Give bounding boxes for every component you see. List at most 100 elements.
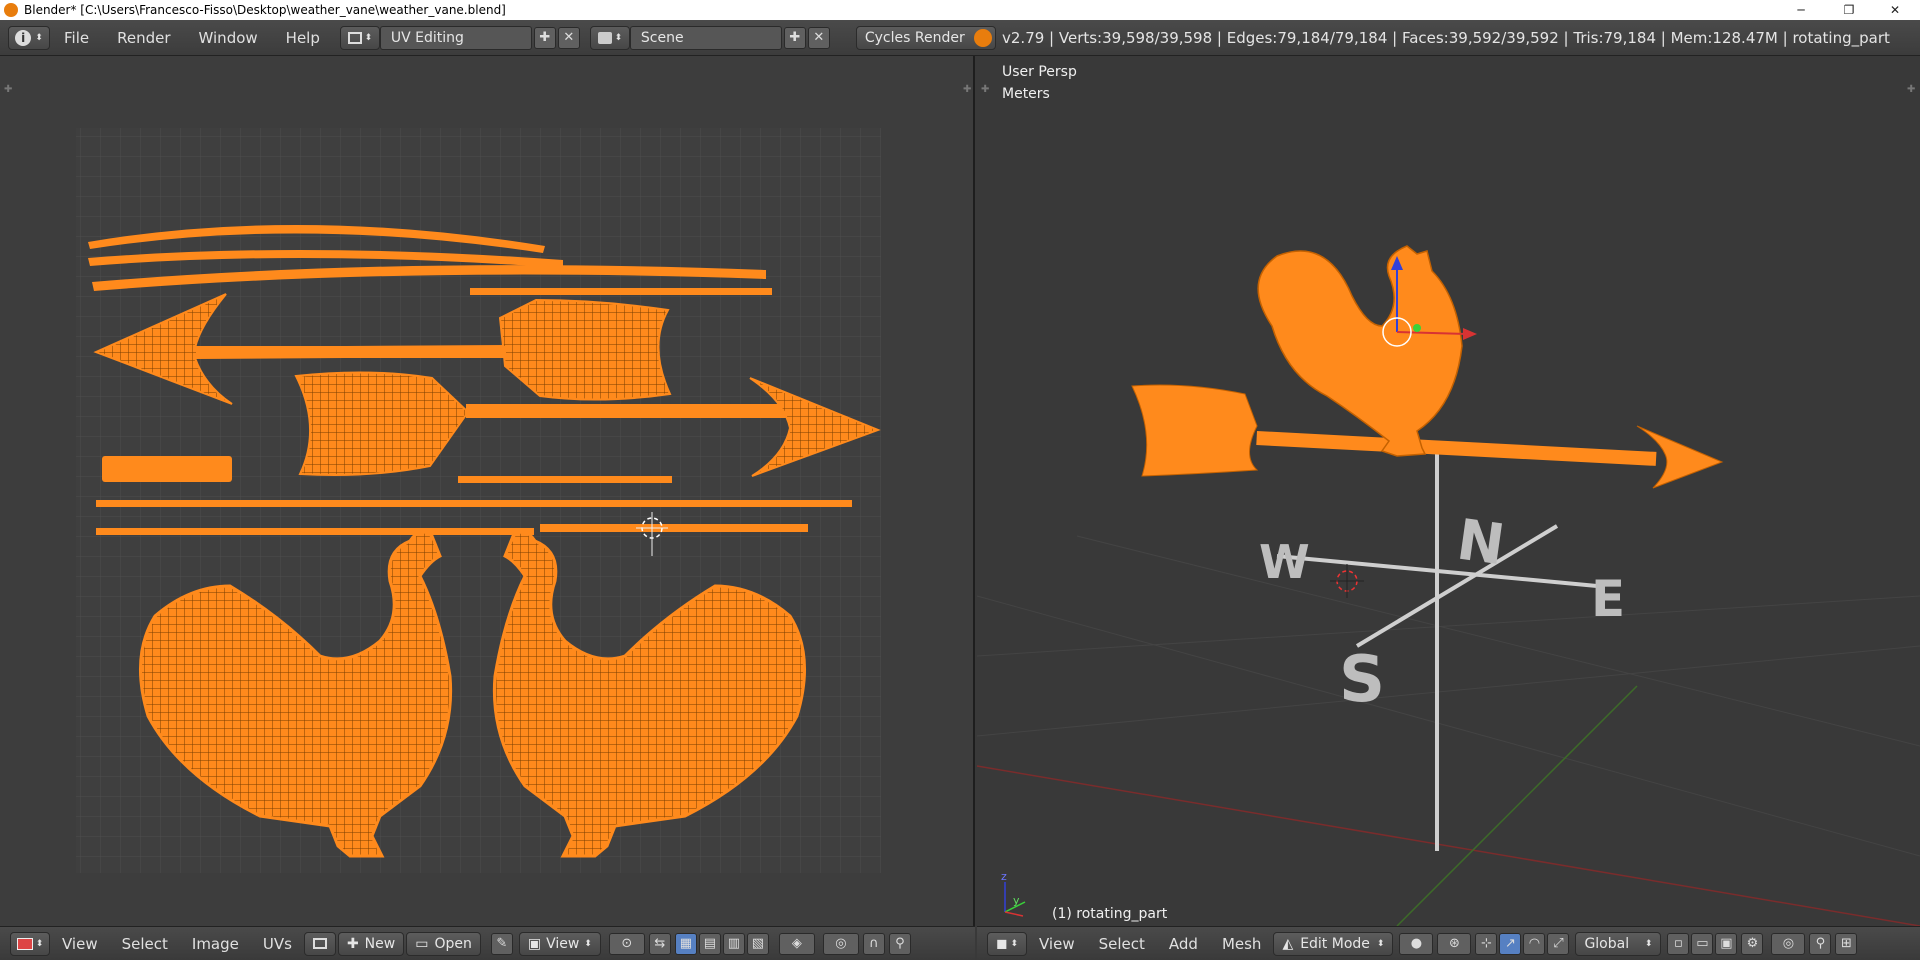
uv-editor-header: ⬍ View Select Image UVs ✚ New ▭ Open ✎ ▣… [0, 926, 975, 960]
edge-select-icon[interactable]: ▤ [698, 932, 721, 955]
restore-button[interactable]: ❐ [1826, 0, 1872, 20]
3d-editor-type-button[interactable]: ◼ ⬍ [987, 931, 1027, 956]
3d-cursor-icon[interactable] [1330, 564, 1364, 598]
uv-image-editor[interactable]: ✚ ✚ [0, 56, 975, 926]
3d-menu-select[interactable]: Select [1087, 935, 1157, 953]
plus-icon: ✚ [346, 935, 359, 952]
menu-render[interactable]: Render [103, 29, 184, 47]
menu-help[interactable]: Help [272, 29, 334, 47]
chevron-updown-icon: ⬍ [584, 938, 592, 949]
3d-menu-mesh[interactable]: Mesh [1210, 935, 1274, 953]
info-header: i ⬍ File Render Window Help ⬍ UV Editing… [0, 20, 1920, 56]
pivot-point-icon[interactable]: ⊙ [608, 932, 645, 955]
open-image-button[interactable]: ▭ Open [406, 931, 481, 956]
uv-menu-uvs[interactable]: UVs [251, 935, 304, 953]
x-axis-line [977, 765, 1920, 926]
add-scene-icon[interactable]: ✚ [783, 26, 806, 49]
screen-layout-selector[interactable]: ⬍ [339, 25, 380, 50]
remove-layout-icon[interactable]: ✕ [557, 26, 580, 49]
active-object-label: (1) rotating_part [1052, 906, 1168, 922]
scene-field[interactable]: Scene [629, 25, 782, 50]
proportional-edit-icon[interactable]: ◎ [1771, 932, 1806, 955]
chevron-updown-icon: ⬍ [614, 32, 623, 43]
compass-letter-w: W [1259, 535, 1310, 589]
vane-rooster [1257, 245, 1463, 457]
interaction-mode-label: Edit Mode [1300, 935, 1370, 952]
viewport-shading-icon[interactable]: ● [1399, 932, 1434, 955]
sticky-select-icon[interactable]: ◈ [778, 932, 815, 955]
uv-editor-type-button[interactable]: ⬍ [10, 931, 50, 956]
region-toggle-icon: ✚ [981, 84, 989, 95]
units-label: Meters [1002, 86, 1050, 102]
chevron-updown-icon: ⬍ [35, 32, 43, 43]
compass-letter-e: E [1591, 570, 1625, 628]
region-toggle-icon: ✚ [4, 84, 12, 95]
chevron-updown-icon: ⬍ [1644, 938, 1653, 949]
new-image-label: New [364, 935, 396, 952]
new-image-button[interactable]: ✚ New [337, 931, 405, 956]
pin-icon[interactable]: ✎ [490, 932, 513, 955]
compass-letter-s: S [1339, 643, 1385, 717]
image-editor-icon [16, 937, 33, 950]
translate-manipulator-icon[interactable]: ↗ [1499, 932, 1522, 955]
screen-layout-field[interactable]: UV Editing [379, 25, 532, 50]
snap-icon[interactable]: ⚲ [888, 932, 911, 955]
region-toggle-icon: ✚ [963, 84, 971, 95]
3d-menu-add[interactable]: Add [1157, 935, 1210, 953]
transform-orientation-label: Global [1584, 935, 1630, 952]
cube-icon: ◼ [995, 935, 1008, 952]
uv-menu-select[interactable]: Select [110, 935, 180, 953]
island-select-icon[interactable]: ▧ [746, 932, 769, 955]
proportional-falloff-icon[interactable]: ∩ [862, 932, 885, 955]
menu-window[interactable]: Window [185, 29, 272, 47]
scene-statistics: v2.79 | Verts:39,598/39,598 | Edges:79,1… [974, 20, 1890, 56]
minimize-button[interactable]: ─ [1778, 0, 1824, 20]
3d-menu-view[interactable]: View [1027, 935, 1087, 953]
folder-icon: ▭ [415, 935, 429, 952]
pivot-point-icon[interactable]: ⊛ [1437, 932, 1472, 955]
add-layout-icon[interactable]: ✚ [533, 26, 556, 49]
uv-menu-image[interactable]: Image [180, 935, 251, 953]
floor-grid [977, 535, 1920, 857]
face-select-mode-icon[interactable]: ▣ [1715, 932, 1738, 955]
interaction-mode-dropdown[interactable]: ◭ Edit Mode ⬍ [1273, 931, 1394, 956]
scale-manipulator-icon[interactable]: ⤢ [1547, 932, 1570, 955]
vertex-select-mode-icon[interactable]: ▫ [1667, 932, 1690, 955]
3d-viewport[interactable]: ✚ ✚ W N S E z y User Persp Meters (1) ro… [977, 56, 1920, 926]
uv-view-mode-dropdown[interactable]: ▣ View ⬍ [518, 931, 601, 956]
vertex-select-icon[interactable]: ▦ [674, 932, 697, 955]
viewport-canvas[interactable]: ✚ ✚ W N S E z y [977, 56, 1920, 926]
face-select-icon[interactable]: ▥ [722, 932, 745, 955]
sync-selection-icon[interactable]: ⇆ [648, 932, 671, 955]
info-icon: i [15, 29, 32, 46]
edge-select-mode-icon[interactable]: ▭ [1691, 932, 1714, 955]
window-title: Blender* [C:\Users\Francesco-Fisso\Deskt… [24, 3, 506, 17]
close-button[interactable]: ✕ [1872, 0, 1918, 20]
chevron-updown-icon: ⬍ [364, 32, 373, 43]
snap-toggle-icon[interactable]: ⚲ [1809, 932, 1832, 955]
transform-orientation-dropdown[interactable]: Global ⬍ [1575, 931, 1662, 956]
limit-selection-icon[interactable]: ⚙ [1741, 932, 1764, 955]
rotate-manipulator-icon[interactable]: ◠ [1523, 932, 1546, 955]
remove-scene-icon[interactable]: ✕ [807, 26, 830, 49]
chevron-updown-icon: ⬍ [1010, 938, 1019, 949]
svg-text:y: y [1013, 894, 1020, 907]
manipulator-toggle-icon[interactable]: ⊹ [1475, 932, 1498, 955]
stats-text: v2.79 | Verts:39,598/39,598 | Edges:79,1… [1002, 29, 1890, 47]
image-icon: ▣ [527, 935, 542, 952]
menu-file[interactable]: File [50, 29, 103, 47]
proportional-edit-icon[interactable]: ◎ [822, 932, 859, 955]
view-name-label: User Persp [1002, 64, 1077, 80]
uv-view-mode-label: View [546, 935, 580, 952]
blender-logo-icon [4, 3, 18, 17]
uv-canvas[interactable]: ✚ ✚ [0, 56, 975, 926]
window-titlebar: Blender* [C:\Users\Francesco-Fisso\Deskt… [0, 0, 1920, 20]
uv-menu-view[interactable]: View [50, 935, 110, 953]
blender-logo-icon [974, 29, 992, 47]
image-browse-button[interactable] [303, 931, 336, 956]
3d-view-header: ◼ ⬍ View Select Add Mesh ◭ Edit Mode ⬍ ●… [977, 926, 1920, 960]
snap-element-icon[interactable]: ⊞ [1835, 932, 1858, 955]
editor-type-button[interactable]: i ⬍ [8, 25, 50, 50]
scene-selector[interactable]: ⬍ [589, 25, 630, 50]
render-engine-label: Cycles Render [864, 29, 965, 46]
